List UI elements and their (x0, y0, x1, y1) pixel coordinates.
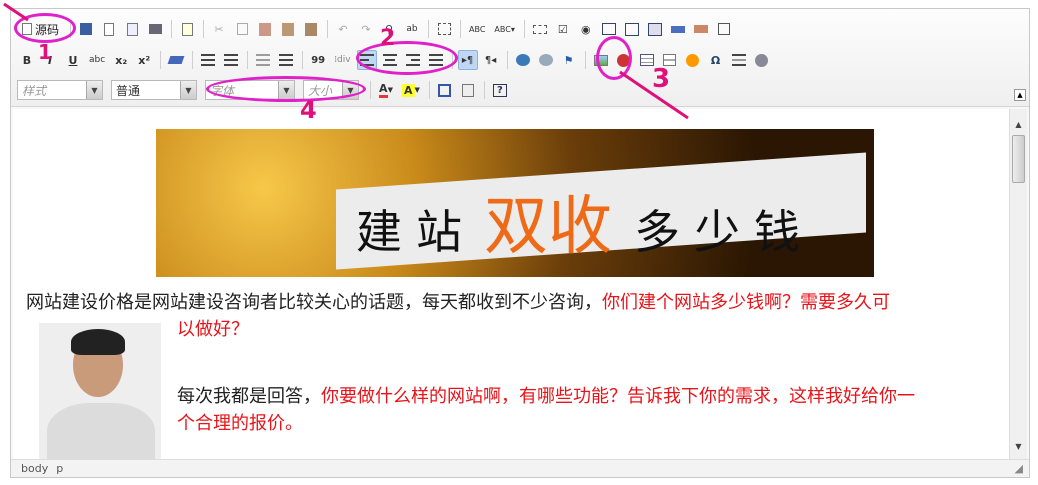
annotation-number-3: 3 (652, 64, 671, 94)
annotation-number-1: 1 (38, 40, 52, 64)
annotation-number-4: 4 (300, 96, 317, 124)
annotation-arrows (3, 2, 689, 120)
annotation-number-2: 2 (380, 26, 396, 51)
